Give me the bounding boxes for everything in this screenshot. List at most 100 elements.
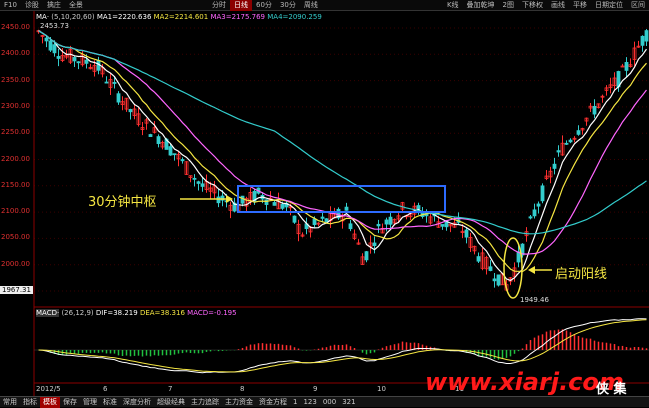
price-tick-label: 2150.00 (1, 180, 30, 189)
price-tick-label: 2300.00 (1, 101, 30, 110)
tab-page-123[interactable]: 123 (300, 397, 319, 408)
candle-body (200, 183, 205, 187)
right-arrow-head (528, 266, 535, 274)
current-price-marker: 1967.31 (0, 286, 33, 294)
candle-body (56, 56, 61, 59)
candle-body (72, 57, 77, 62)
candle-body (476, 256, 481, 262)
candle-body (388, 216, 393, 225)
candle-body (180, 159, 185, 162)
candle-body (192, 177, 197, 180)
price-tick-label: 2250.00 (1, 128, 30, 137)
price-tick-label: 2200.00 (1, 154, 30, 163)
candle-body (104, 81, 109, 84)
candle-body (540, 185, 545, 202)
macd-value: MACD=-0.195 (187, 309, 237, 317)
tab-indicator[interactable]: 指标 (20, 397, 40, 408)
date-label: 2012/5 (36, 385, 61, 393)
candle-body (344, 206, 349, 211)
candle-body (320, 216, 325, 219)
watermark-corner-text: 侠 集 (596, 382, 627, 397)
candle-body (116, 93, 121, 103)
candle-body (148, 134, 153, 137)
candle-body (492, 278, 497, 282)
candle-body (172, 153, 177, 156)
ma-line-5 (38, 30, 647, 282)
tab-common[interactable]: 常用 (0, 397, 20, 408)
candle-body (364, 251, 369, 261)
high-price-label: 2453.73 (40, 22, 69, 30)
candle-body (312, 218, 317, 225)
zhongshu-annotation: 30分钟中枢 (88, 195, 157, 210)
tab-fund-equation[interactable]: 资金方程 (256, 397, 290, 408)
candle-body (112, 82, 117, 84)
candle-body (556, 150, 561, 153)
price-tick-label: 2350.00 (1, 75, 30, 84)
right-arrow-annotation (503, 237, 552, 299)
candle-body (292, 215, 297, 223)
date-label: 8 (240, 385, 245, 393)
candle-body (464, 229, 469, 238)
candle-body (48, 40, 53, 51)
tab-page-321[interactable]: 321 (339, 397, 358, 408)
candle-body (272, 202, 277, 206)
candle-body (552, 163, 557, 169)
candle-body (52, 44, 57, 54)
macd-legend: MACD· (26,12,9) DIF=38.219 DEA=38.316 MA… (36, 309, 237, 317)
tab-template[interactable]: 模板 (40, 396, 60, 408)
date-label: 6 (103, 385, 108, 393)
price-tick-label: 2100.00 (1, 207, 30, 216)
tab-super-classic[interactable]: 超级经典 (154, 397, 188, 408)
price-tick-label: 2450.00 (1, 23, 30, 31)
price-axis: 2450.00 2400.00 2350.00 2300.00 2250.00 2200.… (0, 11, 34, 307)
candle-body (384, 219, 389, 225)
candle-body (496, 274, 501, 286)
moving-average-lines (38, 30, 647, 282)
price-tick-label: 2000.00 (1, 259, 30, 268)
ma1-value: MA1=2220.636 (96, 13, 152, 21)
ma2-value: MA2=2214.601 (153, 13, 209, 21)
candle-body (196, 181, 201, 184)
low-price-label: 1949.46 (520, 296, 549, 304)
candle-body (348, 223, 353, 230)
candle-body (576, 130, 581, 135)
candle-body (76, 61, 81, 64)
macd-params: (26,12,9) (61, 309, 94, 317)
date-label: 10 (377, 385, 386, 393)
ma-legend: MA· (5,10,20,60) MA1=2220.636 MA2=2214.6… (36, 13, 322, 21)
candle-body (372, 242, 377, 246)
candle-body (640, 35, 645, 46)
candle-body (240, 195, 245, 204)
tab-standard[interactable]: 标准 (100, 397, 120, 408)
macd-title[interactable]: MACD· (36, 309, 60, 317)
tab-page-1[interactable]: 1 (290, 397, 300, 408)
tab-manage[interactable]: 管理 (80, 397, 100, 408)
tab-page-000[interactable]: 000 (320, 397, 339, 408)
macd-dea: DEA=38.316 (139, 309, 185, 317)
candle-body (216, 196, 221, 204)
date-label: 7 (168, 385, 173, 393)
candle-body (536, 203, 541, 207)
candle-body (440, 224, 445, 227)
candle-body (532, 209, 537, 217)
candle-body (568, 139, 573, 143)
site-watermark: www.xiarj.com (425, 368, 624, 396)
tab-deep-analysis[interactable]: 深度分析 (120, 397, 154, 408)
start-candle-annotation: 启动阳线 (555, 267, 608, 282)
candle-body (128, 109, 133, 113)
price-tick-label: 2400.00 (1, 49, 30, 58)
candle-body (156, 136, 161, 144)
ma4-value: MA4=2090.259 (267, 13, 322, 21)
tab-main-force-track[interactable]: 主力追踪 (188, 397, 222, 408)
chart-grid (34, 27, 649, 292)
candle-body (528, 216, 533, 219)
tab-save[interactable]: 保存 (60, 397, 80, 408)
date-label: 9 (313, 385, 318, 393)
ma-title: MA· (36, 13, 50, 21)
candle-body (564, 142, 569, 145)
candle-body (416, 205, 421, 210)
candle-body (168, 146, 173, 156)
tab-main-force-fund[interactable]: 主力资金 (222, 397, 256, 408)
candle-body (280, 203, 285, 209)
candle-body (592, 105, 597, 115)
